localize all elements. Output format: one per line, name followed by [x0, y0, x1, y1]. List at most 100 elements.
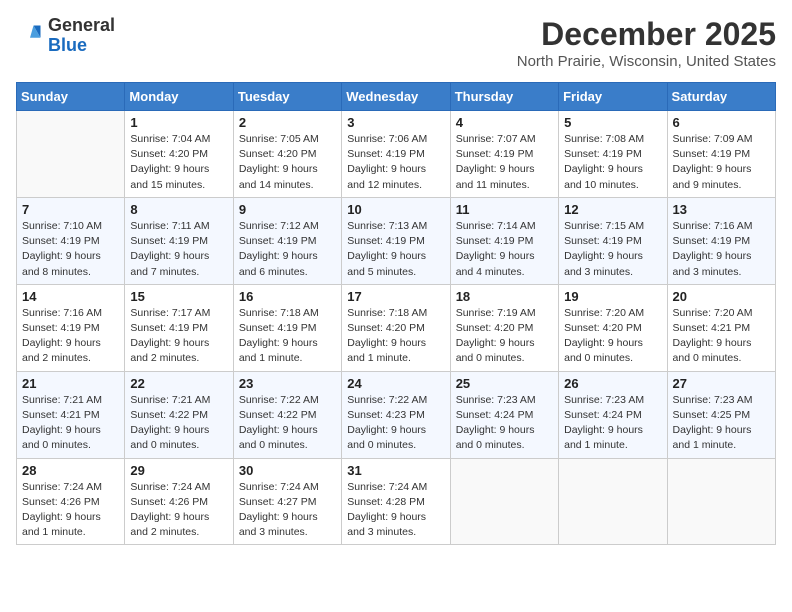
- day-info: Sunrise: 7:04 AMSunset: 4:20 PMDaylight:…: [130, 132, 227, 193]
- logo-blue-text: Blue: [48, 36, 115, 56]
- day-info: Sunrise: 7:21 AMSunset: 4:22 PMDaylight:…: [130, 393, 227, 454]
- day-number: 19: [564, 289, 661, 304]
- day-info: Sunrise: 7:16 AMSunset: 4:19 PMDaylight:…: [22, 306, 119, 367]
- day-number: 31: [347, 463, 444, 478]
- day-number: 17: [347, 289, 444, 304]
- day-info: Sunrise: 7:21 AMSunset: 4:21 PMDaylight:…: [22, 393, 119, 454]
- col-header-saturday: Saturday: [667, 83, 775, 111]
- day-number: 25: [456, 376, 553, 391]
- day-cell: 10Sunrise: 7:13 AMSunset: 4:19 PMDayligh…: [342, 197, 450, 284]
- day-number: 7: [22, 202, 119, 217]
- day-number: 3: [347, 115, 444, 130]
- day-info: Sunrise: 7:17 AMSunset: 4:19 PMDaylight:…: [130, 306, 227, 367]
- day-number: 2: [239, 115, 336, 130]
- day-info: Sunrise: 7:24 AMSunset: 4:28 PMDaylight:…: [347, 480, 444, 541]
- day-cell: 14 Sunrise: 7:16 AMSunset: 4:19 PMDayligh…: [17, 284, 125, 371]
- day-number: 21: [22, 376, 119, 391]
- day-cell: 7 Sunrise: 7:10 AMSunset: 4:19 PMDaylight…: [17, 197, 125, 284]
- day-cell: 26 Sunrise: 7:23 AMSunset: 4:24 PMDayligh…: [559, 371, 667, 458]
- day-info: Sunrise: 7:18 AMSunset: 4:20 PMDaylight:…: [347, 306, 444, 367]
- day-cell: 31 Sunrise: 7:24 AMSunset: 4:28 PMDayligh…: [342, 458, 450, 545]
- day-number: 14: [22, 289, 119, 304]
- day-cell: 8Sunrise: 7:11 AMSunset: 4:19 PMDaylight…: [125, 197, 233, 284]
- day-info: Sunrise: 7:23 AMSunset: 4:25 PMDaylight:…: [673, 393, 770, 454]
- day-info: Sunrise: 7:08 AMSunset: 4:19 PMDaylight:…: [564, 132, 661, 193]
- day-number: 1: [130, 115, 227, 130]
- day-info: Sunrise: 7:24 AMSunset: 4:26 PMDaylight:…: [130, 480, 227, 541]
- day-info: Sunrise: 7:10 AMSunset: 4:19 PMDaylight:…: [22, 219, 119, 280]
- day-info: Sunrise: 7:06 AMSunset: 4:19 PMDaylight:…: [347, 132, 444, 193]
- day-number: 16: [239, 289, 336, 304]
- day-number: 20: [673, 289, 770, 304]
- day-info: Sunrise: 7:22 AMSunset: 4:22 PMDaylight:…: [239, 393, 336, 454]
- day-info: Sunrise: 7:24 AMSunset: 4:26 PMDaylight:…: [22, 480, 119, 541]
- page-header: General Blue December 2025 North Prairie…: [16, 16, 776, 70]
- week-row-3: 14 Sunrise: 7:16 AMSunset: 4:19 PMDayligh…: [17, 284, 776, 371]
- day-number: 6: [673, 115, 770, 130]
- day-cell: 23 Sunrise: 7:22 AMSunset: 4:22 PMDayligh…: [233, 371, 341, 458]
- day-cell: 17 Sunrise: 7:18 AMSunset: 4:20 PMDayligh…: [342, 284, 450, 371]
- day-cell: 24Sunrise: 7:22 AMSunset: 4:23 PMDayligh…: [342, 371, 450, 458]
- day-number: 22: [130, 376, 227, 391]
- location-text: North Prairie, Wisconsin, United States: [517, 53, 776, 70]
- day-cell: 2 Sunrise: 7:05 AMSunset: 4:20 PMDaylight…: [233, 111, 341, 198]
- day-number: 26: [564, 376, 661, 391]
- day-cell: 18 Sunrise: 7:19 AMSunset: 4:20 PMDayligh…: [450, 284, 558, 371]
- day-number: 13: [673, 202, 770, 217]
- day-cell: 30Sunrise: 7:24 AMSunset: 4:27 PMDayligh…: [233, 458, 341, 545]
- day-number: 8: [130, 202, 227, 217]
- day-info: Sunrise: 7:18 AMSunset: 4:19 PMDaylight:…: [239, 306, 336, 367]
- day-cell: 28 Sunrise: 7:24 AMSunset: 4:26 PMDayligh…: [17, 458, 125, 545]
- logo-general-text: General: [48, 16, 115, 36]
- day-cell: 12Sunrise: 7:15 AMSunset: 4:19 PMDayligh…: [559, 197, 667, 284]
- day-number: 12: [564, 202, 661, 217]
- day-cell: 22 Sunrise: 7:21 AMSunset: 4:22 PMDayligh…: [125, 371, 233, 458]
- day-number: 15: [130, 289, 227, 304]
- day-info: Sunrise: 7:16 AMSunset: 4:19 PMDaylight:…: [673, 219, 770, 280]
- day-number: 29: [130, 463, 227, 478]
- day-number: 23: [239, 376, 336, 391]
- day-number: 27: [673, 376, 770, 391]
- month-title: December 2025: [517, 16, 776, 53]
- day-number: 18: [456, 289, 553, 304]
- col-header-sunday: Sunday: [17, 83, 125, 111]
- day-info: Sunrise: 7:22 AMSunset: 4:23 PMDaylight:…: [347, 393, 444, 454]
- day-cell: 20Sunrise: 7:20 AMSunset: 4:21 PMDayligh…: [667, 284, 775, 371]
- day-cell: 15 Sunrise: 7:17 AMSunset: 4:19 PMDayligh…: [125, 284, 233, 371]
- col-header-friday: Friday: [559, 83, 667, 111]
- day-cell: 3 Sunrise: 7:06 AMSunset: 4:19 PMDaylight…: [342, 111, 450, 198]
- day-info: Sunrise: 7:13 AMSunset: 4:19 PMDaylight:…: [347, 219, 444, 280]
- day-cell: [559, 458, 667, 545]
- week-row-2: 7 Sunrise: 7:10 AMSunset: 4:19 PMDaylight…: [17, 197, 776, 284]
- title-block: December 2025 North Prairie, Wisconsin, …: [517, 16, 776, 70]
- day-info: Sunrise: 7:12 AMSunset: 4:19 PMDaylight:…: [239, 219, 336, 280]
- day-cell: 25 Sunrise: 7:23 AMSunset: 4:24 PMDayligh…: [450, 371, 558, 458]
- day-cell: [17, 111, 125, 198]
- day-info: Sunrise: 7:23 AMSunset: 4:24 PMDaylight:…: [456, 393, 553, 454]
- day-cell: 9 Sunrise: 7:12 AMSunset: 4:19 PMDaylight…: [233, 197, 341, 284]
- day-number: 9: [239, 202, 336, 217]
- day-cell: 11Sunrise: 7:14 AMSunset: 4:19 PMDayligh…: [450, 197, 558, 284]
- col-header-wednesday: Wednesday: [342, 83, 450, 111]
- col-header-thursday: Thursday: [450, 83, 558, 111]
- day-info: Sunrise: 7:09 AMSunset: 4:19 PMDaylight:…: [673, 132, 770, 193]
- day-number: 28: [22, 463, 119, 478]
- day-info: Sunrise: 7:23 AMSunset: 4:24 PMDaylight:…: [564, 393, 661, 454]
- day-cell: [450, 458, 558, 545]
- week-row-1: 1 Sunrise: 7:04 AMSunset: 4:20 PMDaylight…: [17, 111, 776, 198]
- logo-icon: [16, 22, 44, 50]
- week-row-4: 21 Sunrise: 7:21 AMSunset: 4:21 PMDayligh…: [17, 371, 776, 458]
- day-cell: 16 Sunrise: 7:18 AMSunset: 4:19 PMDayligh…: [233, 284, 341, 371]
- day-cell: 5Sunrise: 7:08 AMSunset: 4:19 PMDaylight…: [559, 111, 667, 198]
- logo-text: General Blue: [48, 16, 115, 56]
- day-info: Sunrise: 7:20 AMSunset: 4:20 PMDaylight:…: [564, 306, 661, 367]
- day-info: Sunrise: 7:14 AMSunset: 4:19 PMDaylight:…: [456, 219, 553, 280]
- day-info: Sunrise: 7:05 AMSunset: 4:20 PMDaylight:…: [239, 132, 336, 193]
- day-info: Sunrise: 7:19 AMSunset: 4:20 PMDaylight:…: [456, 306, 553, 367]
- day-cell: [667, 458, 775, 545]
- day-number: 4: [456, 115, 553, 130]
- col-header-tuesday: Tuesday: [233, 83, 341, 111]
- day-cell: 29 Sunrise: 7:24 AMSunset: 4:26 PMDayligh…: [125, 458, 233, 545]
- day-cell: 6 Sunrise: 7:09 AMSunset: 4:19 PMDaylight…: [667, 111, 775, 198]
- day-cell: 13 Sunrise: 7:16 AMSunset: 4:19 PMDayligh…: [667, 197, 775, 284]
